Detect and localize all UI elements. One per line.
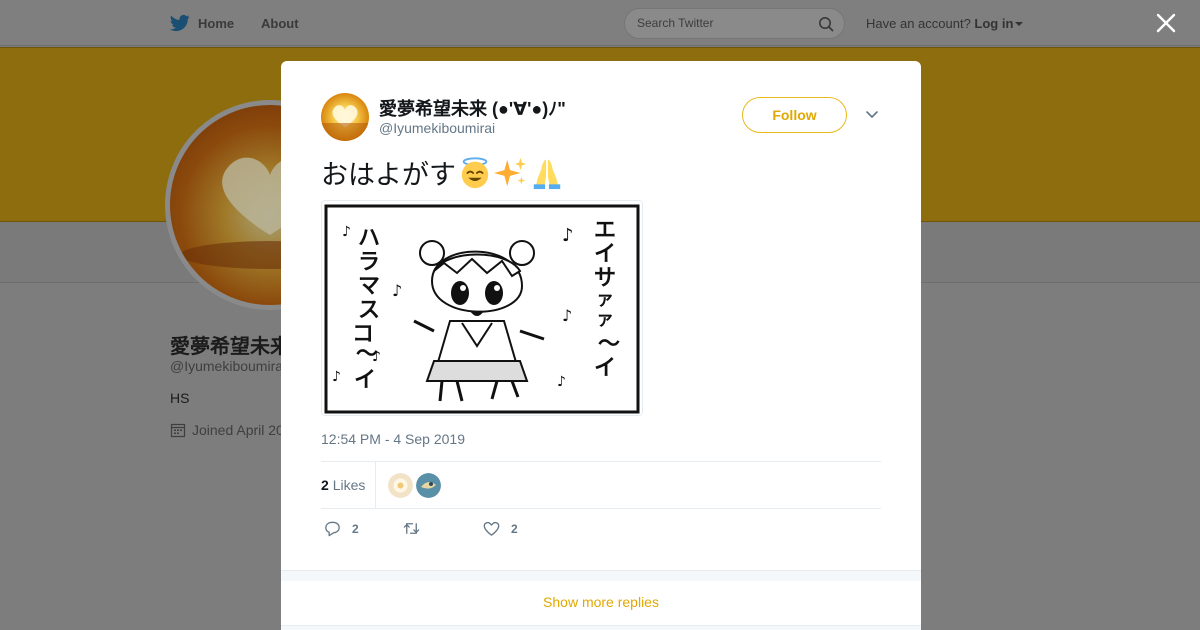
svg-text:♪: ♪	[332, 369, 341, 385]
smiling-face-with-halo-icon	[461, 156, 489, 188]
like-button[interactable]: 2	[482, 519, 518, 538]
svg-text:ァ: ァ	[596, 289, 614, 310]
svg-text:ハ: ハ	[358, 226, 380, 251]
svg-text:サ: サ	[594, 266, 616, 291]
follow-button[interactable]: Follow	[742, 97, 847, 133]
svg-text:♪: ♪	[392, 281, 402, 300]
liker-avatar[interactable]	[388, 473, 413, 498]
svg-text:♪: ♪	[562, 306, 572, 325]
account-prompt-text: Have an account?	[866, 16, 971, 31]
top-navigation-bar: Home About Search Twitter Have an accoun…	[0, 0, 1200, 46]
likes-label: Likes	[332, 477, 366, 493]
chevron-down-icon[interactable]	[865, 109, 879, 119]
svg-text:〜: 〜	[356, 342, 378, 367]
svg-text:♪: ♪	[557, 374, 566, 390]
svg-text:♪: ♪	[342, 224, 351, 240]
author-avatar-image	[321, 105, 369, 141]
profile-joined-text: Joined April 20	[192, 422, 284, 438]
svg-text:マ: マ	[358, 274, 380, 299]
manga-illustration: ♪ ♪ ♪ ♪ ♪ ♪ ♪ エイサ ァァ 〜イ ハラマ スコ〜イ	[322, 201, 642, 415]
tweet-stats: 2 Likes	[321, 462, 881, 509]
sparkles-icon	[494, 157, 527, 186]
search-box[interactable]: Search Twitter	[624, 8, 845, 39]
svg-text:イ: イ	[594, 356, 616, 381]
liker-avatar[interactable]	[416, 473, 441, 498]
reply-count: 2	[352, 521, 359, 536]
close-icon[interactable]	[1155, 12, 1177, 34]
tweet-timestamp[interactable]: 12:54 PM - 4 Sep 2019	[321, 431, 465, 447]
replies-separator	[281, 570, 921, 581]
search-icon[interactable]	[818, 16, 834, 32]
replies-footer	[281, 625, 921, 630]
folded-hands-icon	[533, 159, 561, 189]
author-handle[interactable]: @Iyumekiboumirai	[379, 120, 495, 136]
heart-icon	[483, 521, 500, 536]
likes-count-value: 2	[321, 477, 329, 493]
tweet-text-body: おはよがす	[321, 160, 456, 190]
like-count: 2	[511, 521, 518, 536]
retweet-icon	[403, 523, 420, 534]
svg-text:♪: ♪	[562, 225, 574, 246]
svg-text:エ: エ	[594, 218, 616, 243]
author-avatar[interactable]	[321, 93, 369, 141]
svg-text:ス: ス	[358, 298, 380, 323]
nav-home-label: Home	[198, 15, 235, 31]
liker-avatar-image	[416, 473, 441, 498]
svg-text:イ: イ	[354, 368, 376, 393]
reply-button[interactable]: 2	[323, 519, 359, 538]
divider	[375, 462, 376, 509]
liker-avatar-image	[388, 473, 413, 498]
profile-bio: HS	[170, 390, 190, 406]
profile-joined: Joined April 20	[170, 422, 284, 438]
show-more-replies-link[interactable]: Show more replies	[281, 581, 921, 625]
svg-text:ラ: ラ	[358, 250, 380, 275]
twitter-bird-icon	[170, 14, 190, 32]
login-link[interactable]: Log in	[974, 16, 1013, 31]
nav-about-link[interactable]: About	[261, 16, 299, 31]
reply-icon	[325, 521, 340, 537]
svg-text:ァ: ァ	[596, 309, 614, 330]
tweet-modal: 愛夢希望未来 (●'∀'●)ﾉ" @Iyumekiboumirai Follow…	[281, 61, 921, 630]
author-name[interactable]: 愛夢希望未来 (●'∀'●)ﾉ"	[379, 95, 566, 121]
tweet-image[interactable]: ♪ ♪ ♪ ♪ ♪ ♪ ♪ エイサ ァァ 〜イ ハラマ スコ〜イ	[321, 200, 643, 416]
calendar-icon	[170, 423, 186, 438]
search-input[interactable]: Search Twitter	[637, 16, 713, 30]
svg-text:〜: 〜	[598, 332, 620, 357]
nav-home-link[interactable]: Home	[170, 13, 234, 33]
tweet-actions: 2 2	[321, 519, 881, 543]
account-prompt: Have an account? Log in	[866, 16, 1024, 31]
divider	[321, 508, 881, 509]
chevron-down-icon[interactable]	[1015, 22, 1024, 26]
profile-name: 愛夢希望未来	[170, 336, 290, 358]
tweet-text: おはよがす	[321, 153, 564, 192]
profile-handle: @Iyumekiboumirai	[170, 358, 287, 374]
svg-text:イ: イ	[594, 242, 616, 267]
likes-count[interactable]: 2 Likes	[321, 477, 365, 493]
retweet-button[interactable]	[402, 519, 431, 538]
